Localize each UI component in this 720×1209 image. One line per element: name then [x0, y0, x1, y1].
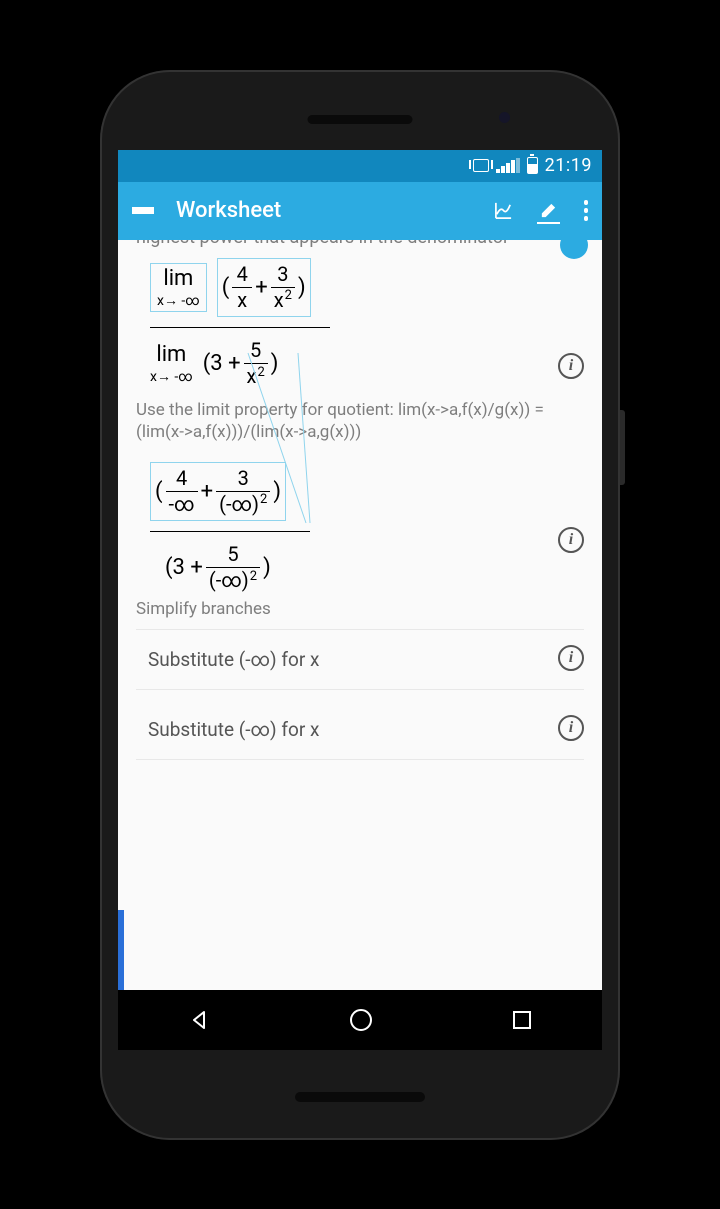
app-title: Worksheet	[176, 198, 472, 223]
status-time: 21:19	[545, 155, 592, 176]
substep-2[interactable]: Substitute (-∞) for x i	[118, 690, 602, 759]
phone-camera	[499, 112, 510, 123]
lim-sub: x→ -∞	[157, 292, 200, 309]
signal-icon	[496, 158, 520, 173]
nav-back-icon[interactable]	[187, 1008, 211, 1032]
battery-icon	[527, 157, 538, 174]
math-step-2: ( 4 -∞ + 3 (-∞)2 )	[118, 452, 602, 599]
phone-speaker	[308, 115, 413, 124]
substep-1[interactable]: Substitute (-∞) for x i	[118, 630, 602, 689]
phone-frame: 21:19 Worksheet	[100, 70, 620, 1140]
phone-power-button	[620, 410, 625, 485]
graph-icon[interactable]	[494, 201, 513, 220]
content-area[interactable]: highest power that appears in the denomi…	[118, 240, 602, 990]
step-explanation-1: Use the limit property for quotient: lim…	[118, 394, 602, 451]
screen: 21:19 Worksheet	[118, 150, 602, 1050]
edit-icon[interactable]	[539, 201, 558, 220]
math-step-1: lim x→ -∞ ( 4 x + 3	[118, 248, 602, 395]
phone-bottom-speaker	[295, 1092, 425, 1102]
status-bar: 21:19	[118, 150, 602, 182]
divider	[136, 759, 584, 760]
info-icon[interactable]: i	[558, 715, 584, 741]
lim-text: lim	[163, 266, 193, 291]
overflow-menu-icon[interactable]	[584, 200, 589, 221]
navigation-bar	[118, 990, 602, 1050]
info-icon[interactable]: i	[558, 645, 584, 671]
nav-recent-icon[interactable]	[511, 1009, 533, 1031]
menu-icon[interactable]	[132, 203, 154, 219]
info-icon[interactable]: i	[558, 353, 584, 379]
hint-text: highest power that appears in the denomi…	[118, 240, 602, 248]
nav-home-icon[interactable]	[348, 1007, 374, 1033]
info-icon[interactable]: i	[558, 527, 584, 553]
app-bar: Worksheet	[118, 182, 602, 240]
vibrate-icon	[473, 159, 489, 172]
step-explanation-2: Simplify branches	[118, 598, 602, 628]
selection-indicator	[118, 910, 124, 990]
